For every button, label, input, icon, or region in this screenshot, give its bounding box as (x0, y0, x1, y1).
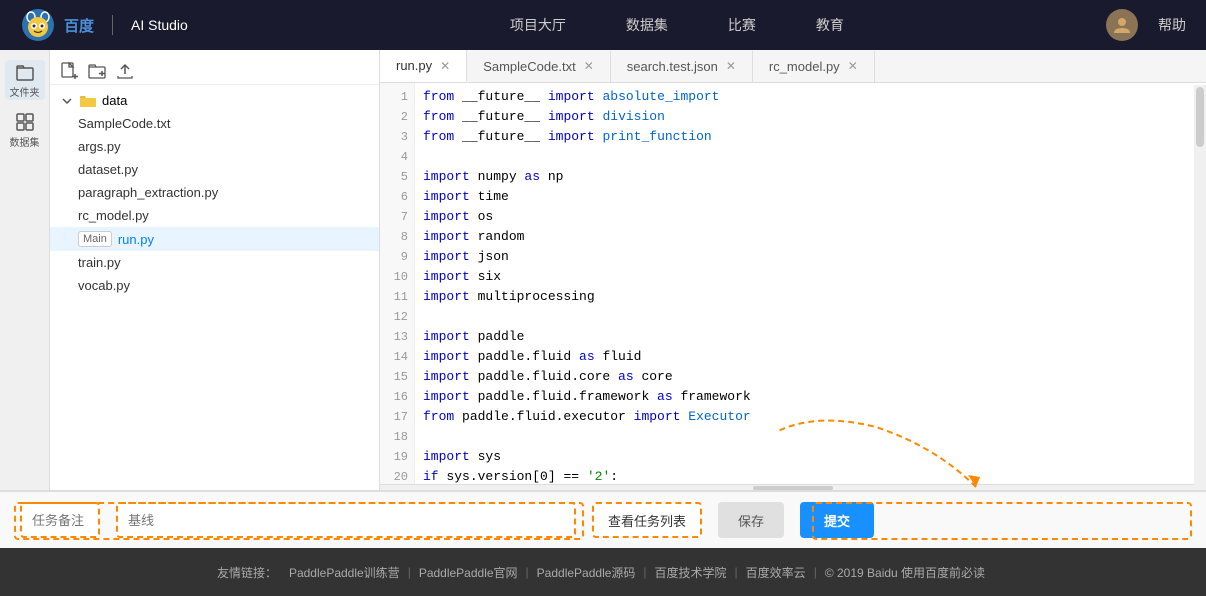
run-file-name: run.py (118, 232, 154, 247)
sidebar-icons: 文件夹 数据集 (0, 50, 50, 490)
new-file-icon[interactable] (60, 62, 78, 80)
root-folder-name: data (102, 93, 127, 108)
root-folder[interactable]: data (50, 89, 379, 112)
tab-samplecode[interactable]: SampleCode.txt ✕ (467, 51, 611, 82)
tab-search-test-label: search.test.json (627, 59, 718, 74)
task-note-input[interactable] (20, 502, 100, 538)
footer-copyright: © 2019 Baidu 使用百度前必读 (817, 564, 993, 581)
files-label: 文件夹 (10, 84, 40, 99)
footer: 友情链接： PaddlePaddle训练营 | PaddlePaddle官网 |… (0, 548, 1206, 596)
grid-icon (15, 112, 35, 132)
upload-icon[interactable] (116, 62, 134, 80)
nav-education[interactable]: 教育 (816, 15, 844, 35)
editor-tabs: run.py ✕ SampleCode.txt ✕ search.test.js… (380, 50, 1206, 83)
file-tree-toolbar (50, 58, 379, 85)
view-tasks-button[interactable]: 查看任务列表 (592, 502, 702, 538)
logo-area: 百度 AI Studio (20, 7, 188, 43)
footer-link-3[interactable]: 百度技术学院 (647, 564, 735, 581)
folder-icon (15, 62, 35, 82)
tab-run-py-label: run.py (396, 58, 432, 73)
file-paragraph[interactable]: paragraph_extraction.py (50, 181, 379, 204)
tab-rc-model-close[interactable]: ✕ (848, 59, 858, 73)
folder-open-icon (80, 94, 96, 108)
tab-search-test[interactable]: search.test.json ✕ (611, 51, 753, 82)
baseline-input[interactable] (116, 502, 576, 538)
file-samplecode[interactable]: SampleCode.txt (50, 112, 379, 135)
main-tag: Main (78, 231, 112, 247)
header-right: 帮助 (1106, 9, 1186, 41)
file-run[interactable]: Main run.py (50, 227, 379, 251)
footer-link-4[interactable]: 百度效率云 (738, 564, 814, 581)
footer-link-2[interactable]: PaddlePaddle源码 (529, 564, 644, 581)
code-editor[interactable]: 1234 5678 9101112 13141516 17181920 2122… (380, 83, 1206, 484)
user-avatar[interactable] (1106, 9, 1138, 41)
tab-run-py[interactable]: run.py ✕ (380, 50, 467, 82)
avatar-icon (1112, 15, 1132, 35)
file-tree: data SampleCode.txt args.py dataset.py p… (50, 50, 380, 490)
new-folder-icon[interactable] (88, 62, 106, 80)
tab-samplecode-close[interactable]: ✕ (584, 59, 594, 73)
tab-samplecode-label: SampleCode.txt (483, 59, 576, 74)
file-args[interactable]: args.py (50, 135, 379, 158)
scroll-thumb (1196, 87, 1204, 147)
tab-run-py-close[interactable]: ✕ (440, 59, 450, 73)
logo-divider (112, 15, 113, 35)
file-vocab[interactable]: vocab.py (50, 274, 379, 297)
tab-rc-model-label: rc_model.py (769, 59, 840, 74)
chevron-down-icon (60, 94, 74, 108)
sidebar-item-datasets[interactable]: 数据集 (5, 110, 45, 150)
datasets-label: 数据集 (10, 134, 40, 149)
footer-prefix: 友情链接： (213, 564, 281, 581)
tab-search-test-close[interactable]: ✕ (726, 59, 736, 73)
footer-link-0[interactable]: PaddlePaddle训练营 (281, 564, 408, 581)
footer-link-1[interactable]: PaddlePaddle官网 (411, 564, 526, 581)
line-numbers: 1234 5678 9101112 13141516 17181920 2122… (380, 83, 415, 484)
bottom-action-bar: 查看任务列表 保存 提交 (0, 490, 1206, 548)
main-container: 文件夹 数据集 (0, 50, 1206, 490)
nav-projects[interactable]: 项目大厅 (510, 15, 566, 35)
submit-button[interactable]: 提交 (800, 502, 874, 538)
scroll-indicator[interactable] (1194, 85, 1206, 484)
file-rcmodel[interactable]: rc_model.py (50, 204, 379, 227)
help-link[interactable]: 帮助 (1158, 15, 1186, 35)
tab-rc-model[interactable]: rc_model.py ✕ (753, 51, 875, 82)
file-train[interactable]: train.py (50, 251, 379, 274)
main-nav: 项目大厅 数据集 比赛 教育 (248, 15, 1106, 35)
file-dataset[interactable]: dataset.py (50, 158, 379, 181)
h-scroll-thumb (753, 486, 833, 490)
nav-datasets[interactable]: 数据集 (626, 15, 668, 35)
sidebar-item-files[interactable]: 文件夹 (5, 60, 45, 100)
code-lines: from __future__ import absolute_import f… (415, 83, 1206, 484)
nav-competition[interactable]: 比赛 (728, 15, 756, 35)
save-button[interactable]: 保存 (718, 502, 784, 538)
ai-studio-text: AI Studio (131, 17, 188, 33)
baidu-bear-icon (20, 7, 56, 43)
editor-area: run.py ✕ SampleCode.txt ✕ search.test.js… (380, 50, 1206, 490)
baidu-text: 百度 (64, 15, 94, 36)
header: 百度 AI Studio 项目大厅 数据集 比赛 教育 帮助 (0, 0, 1206, 50)
